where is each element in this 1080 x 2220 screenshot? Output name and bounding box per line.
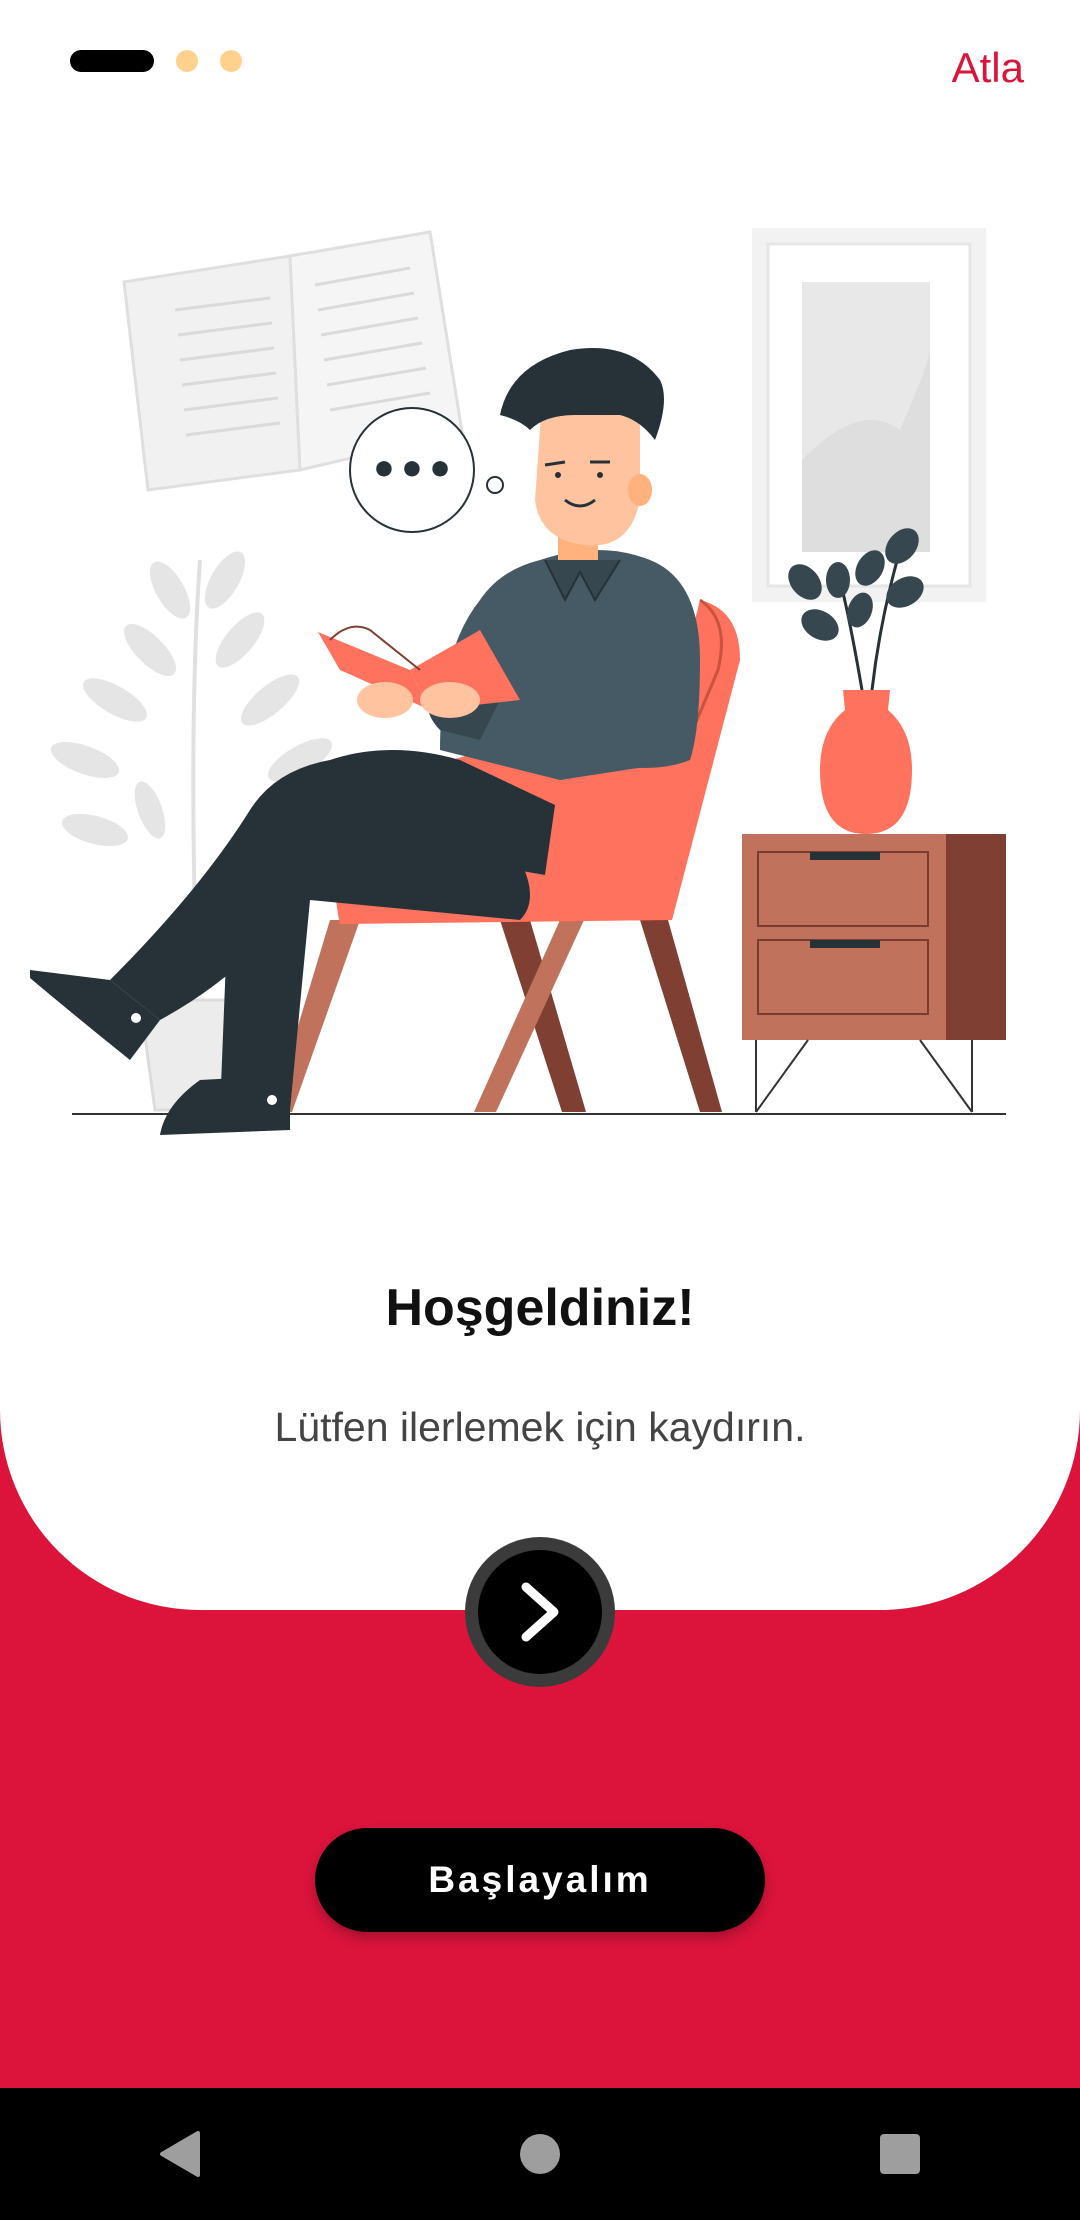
home-circle-icon: [520, 2134, 560, 2174]
skip-button[interactable]: Atla: [952, 44, 1024, 92]
page-indicator-dot[interactable]: [220, 50, 242, 72]
page-indicator: [70, 50, 242, 72]
nav-recents-button[interactable]: [840, 2104, 960, 2204]
nav-home-button[interactable]: [480, 2104, 600, 2204]
system-navigation-bar: [0, 2088, 1080, 2220]
welcome-subtitle: Lütfen ilerlemek için kaydırın.: [274, 1404, 806, 1450]
recents-square-icon: [880, 2134, 920, 2174]
thought-bubble-text: •••: [370, 445, 454, 496]
reading-man-illustration: •••: [30, 228, 1006, 1135]
next-page-button[interactable]: [465, 1537, 615, 1687]
start-button[interactable]: Başlayalım: [315, 1828, 765, 1932]
welcome-title: Hoşgeldiniz!: [385, 1279, 695, 1337]
page-indicator-active: [70, 50, 154, 72]
onboarding-screen: Atla ••• Hoşgeldiniz! Lütfen ilerlemek i…: [0, 0, 1080, 2220]
chevron-right-icon: [521, 1582, 559, 1642]
thought-bubble: •••: [349, 407, 504, 533]
back-triangle-icon: [160, 2131, 200, 2177]
nightstand-decoration: [742, 834, 1006, 1113]
nav-back-button[interactable]: [120, 2104, 240, 2204]
next-page-button-inner: [478, 1550, 602, 1674]
page-indicator-dot[interactable]: [176, 50, 198, 72]
picture-frame-decoration: [752, 228, 986, 602]
